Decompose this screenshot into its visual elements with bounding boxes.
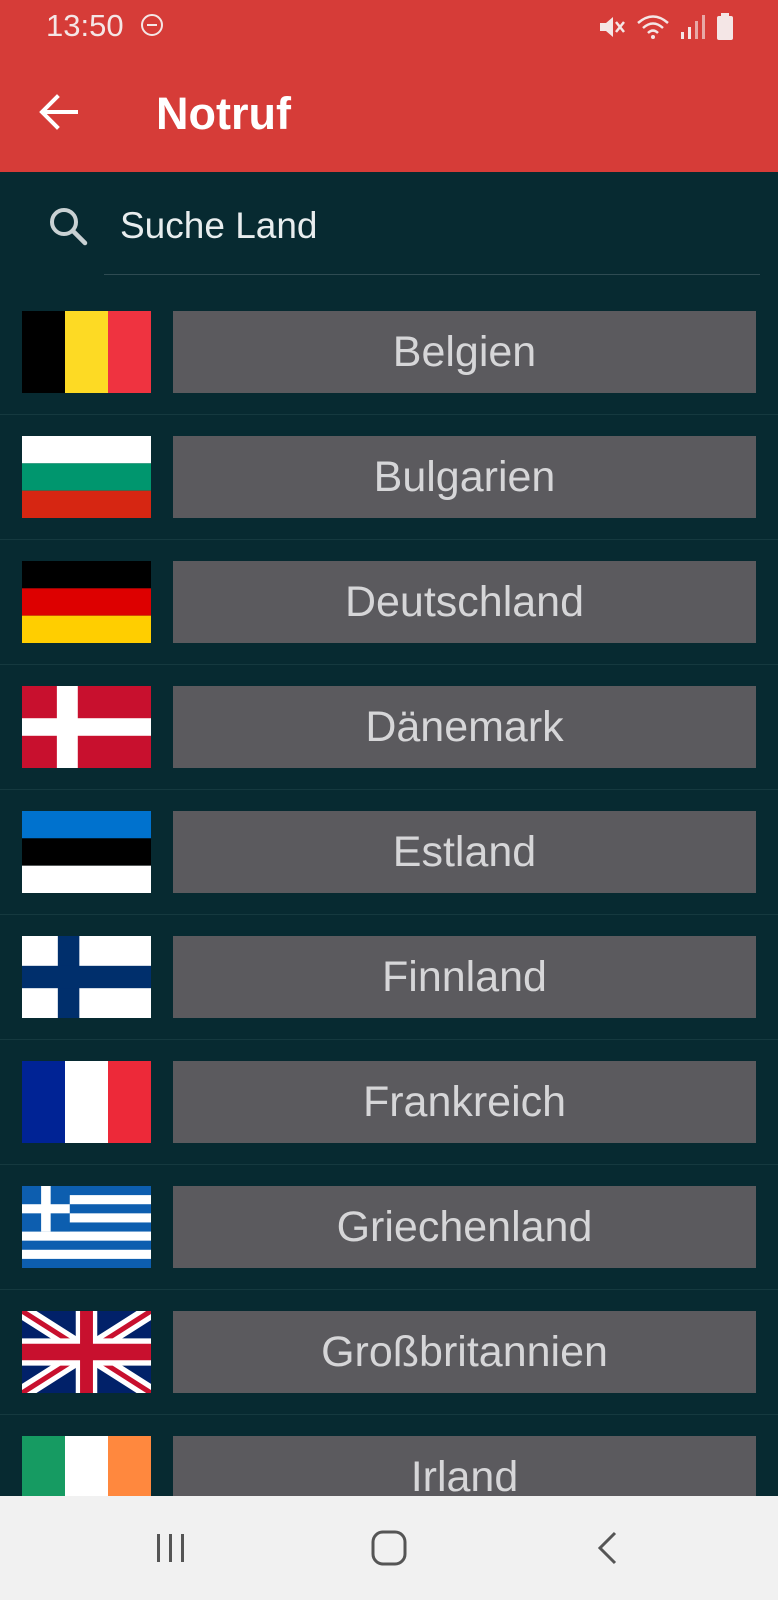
country-button-grossbritannien[interactable]: Großbritannien <box>173 1311 756 1393</box>
list-item: Belgien <box>0 290 778 415</box>
status-time: 13:50 <box>46 8 124 43</box>
country-button-estland[interactable]: Estland <box>173 811 756 893</box>
search-underline <box>104 274 760 275</box>
list-item: Griechenland <box>0 1165 778 1290</box>
france-flag-icon <box>22 1061 151 1143</box>
country-button-bulgarien[interactable]: Bulgarien <box>173 436 756 518</box>
greece-flag-icon <box>22 1186 151 1268</box>
battery-icon <box>717 13 733 40</box>
list-item: Großbritannien <box>0 1290 778 1415</box>
search-input[interactable] <box>104 196 754 256</box>
list-item: Estland <box>0 790 778 915</box>
bulgaria-flag-icon <box>22 436 151 518</box>
back-nav-button[interactable] <box>577 1526 637 1570</box>
recent-apps-icon <box>157 1534 184 1562</box>
search-bar <box>0 172 778 276</box>
search-icon <box>50 208 88 246</box>
do-not-disturb-icon <box>141 14 163 36</box>
list-item: Bulgarien <box>0 415 778 540</box>
country-button-deutschland[interactable]: Deutschland <box>173 561 756 643</box>
denmark-flag-icon <box>22 686 151 768</box>
wifi-icon <box>637 15 669 39</box>
navigation-bar <box>0 1496 778 1600</box>
finland-flag-icon <box>22 936 151 1018</box>
country-button-daenemark[interactable]: Dänemark <box>173 686 756 768</box>
mute-icon <box>600 17 625 37</box>
signal-icon <box>681 15 705 39</box>
list-item: Deutschland <box>0 540 778 665</box>
home-icon <box>371 1530 407 1566</box>
back-button[interactable] <box>30 88 86 136</box>
app-bar: Notruf <box>0 52 778 172</box>
uk-flag-icon <box>22 1311 151 1393</box>
recent-apps-button[interactable] <box>141 1526 201 1570</box>
country-list: Belgien Bulgarien Deutschland Dänemark E… <box>0 290 778 1540</box>
estonia-flag-icon <box>22 811 151 893</box>
country-button-finnland[interactable]: Finnland <box>173 936 756 1018</box>
status-icons <box>598 12 734 42</box>
country-button-frankreich[interactable]: Frankreich <box>173 1061 756 1143</box>
country-button-belgien[interactable]: Belgien <box>173 311 756 393</box>
list-item: Frankreich <box>0 1040 778 1165</box>
list-item: Dänemark <box>0 665 778 790</box>
status-bar: 13:50 <box>0 0 778 52</box>
belgium-flag-icon <box>22 311 151 393</box>
home-button[interactable] <box>359 1526 419 1570</box>
list-item: Finnland <box>0 915 778 1040</box>
page-title: Notruf <box>156 88 291 139</box>
germany-flag-icon <box>22 561 151 643</box>
back-nav-icon <box>597 1531 617 1565</box>
arrow-left-icon <box>39 94 78 130</box>
country-button-griechenland[interactable]: Griechenland <box>173 1186 756 1268</box>
